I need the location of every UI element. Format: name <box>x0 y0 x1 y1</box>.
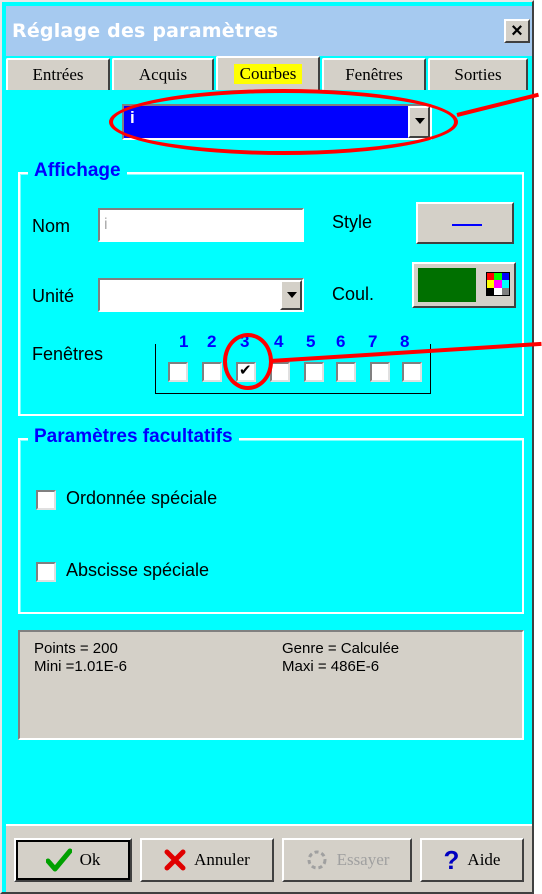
close-icon: × <box>511 20 523 42</box>
tab-label: Entrées <box>32 65 84 84</box>
tab-sorties[interactable]: Sorties <box>428 58 528 90</box>
tab-strip: Entrées Acquis Courbes Fenêtres Sorties <box>6 56 532 90</box>
annotation-arrow-line <box>456 92 539 117</box>
tab-label: Fenêtres <box>345 65 403 84</box>
maxi-info: Maxi = 486E-6 <box>282 658 380 675</box>
tab-label: Acquis <box>138 65 188 84</box>
window-number: 8 <box>398 332 412 352</box>
abscisse-checkbox[interactable] <box>36 562 56 582</box>
tab-courbes[interactable]: Courbes <box>216 56 320 90</box>
facultatifs-group <box>18 438 524 614</box>
line-style-icon <box>452 224 482 226</box>
tab-label: Courbes <box>233 64 303 84</box>
tab-entrees[interactable]: Entrées <box>6 58 110 90</box>
window-1-checkbox[interactable] <box>168 362 188 382</box>
annuler-button[interactable]: Annuler <box>140 838 274 882</box>
tab-fenetres[interactable]: Fenêtres <box>322 58 426 90</box>
coul-label: Coul. <box>332 284 375 304</box>
unite-label: Unité <box>32 286 75 306</box>
color-button[interactable] <box>412 262 516 308</box>
essayer-label: Essayer <box>336 850 390 869</box>
window-5-checkbox[interactable] <box>304 362 324 382</box>
points-info: Points = 200 <box>34 640 118 657</box>
window-4-checkbox[interactable] <box>270 362 290 382</box>
cancel-x-icon <box>164 849 186 871</box>
fenetres-label: Fenêtres <box>32 344 104 364</box>
ordonnee-checkbox[interactable] <box>36 490 56 510</box>
window-number: 2 <box>205 332 219 352</box>
title-bar: Réglage des paramètres × <box>6 6 532 56</box>
ok-button[interactable]: Ok <box>14 838 132 882</box>
abscisse-label: Abscisse spéciale <box>66 560 210 580</box>
style-button[interactable] <box>416 202 514 244</box>
genre-info: Genre = Calculée <box>282 640 400 657</box>
window-2-checkbox[interactable] <box>202 362 222 382</box>
annotation-circle <box>223 333 273 390</box>
style-label: Style <box>332 212 373 232</box>
mini-info: Mini =1.01E-6 <box>34 658 127 675</box>
trial-icon <box>305 849 329 871</box>
window-number: 4 <box>272 332 286 352</box>
nom-input[interactable]: i <box>98 208 304 242</box>
aide-button[interactable]: ? Aide <box>420 838 524 882</box>
curve-info-panel: Points = 200 Genre = Calculée Mini =1.01… <box>18 630 524 740</box>
ordonnee-label: Ordonnée spéciale <box>66 488 218 508</box>
window-7-checkbox[interactable] <box>370 362 390 382</box>
tab-acquis[interactable]: Acquis <box>112 58 214 90</box>
window-number: 5 <box>304 332 318 352</box>
essayer-button[interactable]: Essayer <box>282 838 412 882</box>
window-8-checkbox[interactable] <box>402 362 422 382</box>
window-title: Réglage des paramètres <box>12 20 279 42</box>
close-button[interactable]: × <box>504 19 530 43</box>
facultatifs-title: Paramètres facultatifs <box>28 426 239 448</box>
ok-label: Ok <box>79 850 101 869</box>
annuler-label: Annuler <box>194 850 250 869</box>
window-6-checkbox[interactable] <box>336 362 356 382</box>
checkmark-icon <box>45 848 72 872</box>
chevron-down-icon[interactable] <box>280 280 302 310</box>
nom-label: Nom <box>32 216 71 236</box>
affichage-title: Affichage <box>28 160 127 182</box>
window-number: 1 <box>177 332 191 352</box>
palette-icon <box>486 272 510 296</box>
help-icon: ? <box>443 844 460 875</box>
button-bar: Ok Annuler Essayer ? Aide <box>6 824 532 892</box>
tab-label: Sorties <box>454 65 502 84</box>
annotation-ellipse <box>109 89 458 155</box>
unite-select[interactable] <box>98 278 304 312</box>
color-swatch <box>418 268 476 302</box>
aide-label: Aide <box>467 850 501 869</box>
window-number: 6 <box>334 332 348 352</box>
settings-dialog: Réglage des paramètres × Entrées Acquis … <box>0 0 542 894</box>
window-number: 7 <box>366 332 380 352</box>
